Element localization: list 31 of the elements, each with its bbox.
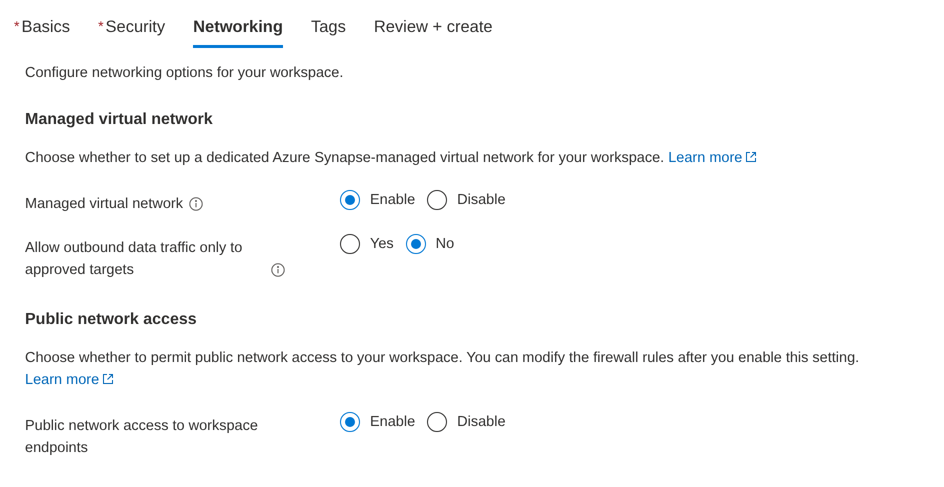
- radio-option[interactable]: Enable: [340, 412, 416, 432]
- section-heading: Public network access: [25, 311, 198, 329]
- tab[interactable]: *Basics: [14, 14, 70, 48]
- learn-more-link[interactable]: Learn more: [668, 150, 758, 166]
- section-description: Choose whether to set up a dedicated Azure Synapse-managed virtual network for your workspace. Learn more: [25, 147, 865, 169]
- radio-option[interactable]: Disable: [427, 412, 506, 432]
- section-description: Choose whether to permit public network access to your workspace. You can modify the firewall rules after you enable this setting. Learn more: [25, 349, 860, 390]
- radio-option[interactable]: Disable: [427, 190, 506, 210]
- tab[interactable]: Tags: [310, 14, 346, 48]
- tab[interactable]: *Security: [98, 14, 166, 48]
- radio-option[interactable]: Enable: [340, 190, 416, 210]
- info-icon[interactable]: [271, 263, 285, 277]
- learn-more-link[interactable]: Learn more: [25, 372, 114, 388]
- section-heading: Managed virtual network: [25, 111, 214, 129]
- radio-option[interactable]: Yes: [340, 234, 394, 254]
- radio-button[interactable]: [340, 412, 360, 432]
- radio-option[interactable]: No: [406, 234, 454, 254]
- tab[interactable]: Networking: [193, 14, 283, 48]
- radio-button[interactable]: [340, 190, 360, 210]
- field-label: Allow outbound data traffic only to approved targets: [25, 239, 244, 280]
- radio-button[interactable]: [340, 234, 360, 254]
- field-label: Managed virtual network: [25, 195, 183, 214]
- radio-button[interactable]: [427, 412, 448, 432]
- external-link-icon: [102, 373, 114, 385]
- external-link-icon: [745, 151, 758, 163]
- radio-button[interactable]: [406, 234, 426, 254]
- info-icon[interactable]: [188, 197, 203, 211]
- radio-button[interactable]: [427, 190, 448, 210]
- tab[interactable]: Review + create: [374, 14, 493, 48]
- field-label: Public network access to workspace endpoints: [25, 417, 259, 458]
- intro-text: Configure networking options for your workspace.: [25, 65, 344, 81]
